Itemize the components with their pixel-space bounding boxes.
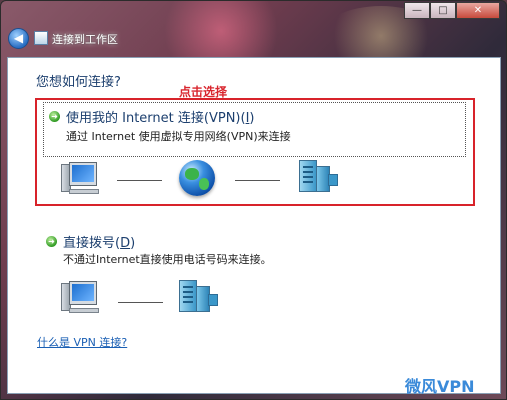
vpn-option[interactable]: ➜ 使用我的 Internet 连接(VPN)(I) 通过 Internet 使…	[43, 102, 466, 157]
title-bar: — □ ✕ ◀ 连接到工作区	[1, 1, 506, 71]
maximize-button[interactable]: □	[430, 2, 456, 19]
wizard-window: — □ ✕ ◀ 连接到工作区 您想如何连接? 点击选择 ➜ 使用我的 Inter…	[0, 0, 507, 400]
page-heading: 您想如何连接?	[36, 75, 121, 90]
connection-line	[118, 302, 163, 303]
annotation-highlight: ➜ 使用我的 Internet 连接(VPN)(I) 通过 Internet 使…	[35, 98, 475, 206]
vpn-option-title[interactable]: ➜ 使用我的 Internet 连接(VPN)(I)	[49, 107, 254, 126]
vpn-option-description: 通过 Internet 使用虚拟专用网络(VPN)来连接	[66, 130, 291, 143]
arrow-right-icon: ➜	[49, 111, 60, 122]
back-button[interactable]: ◀	[8, 28, 29, 49]
dialup-option-description: 不通过Internet直接使用电话号码来连接。	[63, 253, 272, 266]
connection-line	[235, 180, 280, 181]
help-link[interactable]: 什么是 VPN 连接?	[37, 334, 127, 350]
vpn-option-label: 使用我的 Internet 连接(VPN)(	[66, 111, 246, 126]
connection-line	[117, 180, 162, 181]
dialup-option-title[interactable]: ➜ 直接拨号(D)	[46, 232, 135, 251]
arrow-right-icon: ➜	[46, 236, 57, 247]
wizard-content: 您想如何连接? 点击选择 ➜ 使用我的 Internet 连接(VPN)(I) …	[7, 57, 501, 394]
server-icon	[179, 280, 219, 312]
computer-icon	[61, 281, 99, 313]
server-icon	[299, 160, 339, 192]
computer-icon	[61, 162, 99, 194]
minimize-button[interactable]: —	[404, 2, 430, 19]
network-icon	[34, 31, 48, 45]
dialup-option-label-end: )	[130, 236, 136, 251]
globe-icon	[179, 160, 215, 196]
dialup-option-label: 直接拨号(	[63, 236, 121, 251]
window-title: 连接到工作区	[52, 33, 118, 46]
dialup-option-accesskey: D	[120, 236, 131, 251]
vpn-option-label-end: )	[249, 111, 255, 126]
watermark-logo: 微风VPN	[405, 377, 475, 396]
close-button[interactable]: ✕	[456, 2, 500, 19]
window-controls: — □ ✕	[404, 2, 500, 19]
